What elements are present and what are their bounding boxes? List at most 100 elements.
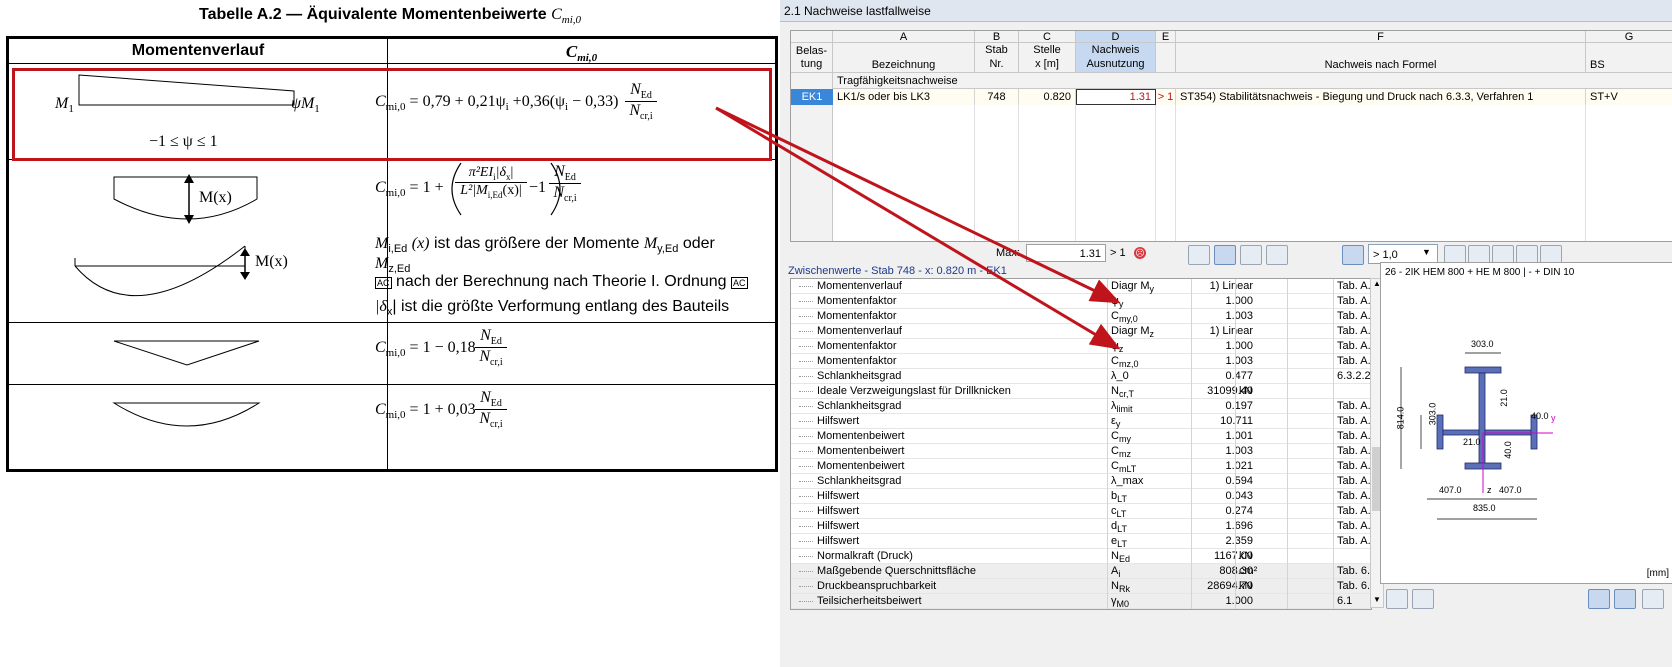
zw-row[interactable]: Druckbeanspruchbarkeit NRk 28694.70 kN Tab. …: [791, 579, 1371, 594]
results-grid[interactable]: A B C D E F G Belas- tung Bezeichnung St…: [790, 30, 1672, 242]
zw-row[interactable]: Maßgebende Querschnittsfläche Ai 808.30 cm²…: [791, 564, 1371, 579]
zw-name: Momentenverlauf: [817, 325, 902, 337]
zw-row[interactable]: MomentenfaktorCmy,01.003Tab. A.2: [791, 309, 1371, 324]
zw-symbol: Cmy,0: [1111, 310, 1138, 324]
cell-bezeichnung[interactable]: LK1/s oder bis LK3: [833, 89, 975, 105]
col-letter-b[interactable]: B: [975, 31, 1019, 43]
zw-row[interactable]: Momentenfaktorψy1.000Tab. A.2: [791, 294, 1371, 309]
zw-symbol: λ_max: [1111, 475, 1144, 487]
zw-reference: Tab. A.1: [1337, 520, 1371, 532]
zw-row[interactable]: HilfswerteLT2.359Tab. A.1: [791, 534, 1371, 549]
cell-ausnutzung[interactable]: 1.31: [1076, 89, 1156, 105]
zw-row[interactable]: MomentenverlaufDiagr Mz1) LinearTab. A.2: [791, 324, 1371, 339]
zw-symbol: NEd: [1111, 550, 1130, 564]
zw-reference: [1337, 549, 1371, 564]
cell-bs[interactable]: ST+V: [1586, 89, 1672, 105]
zw-row[interactable]: HilfswertcLT0.274Tab. A.1: [791, 504, 1371, 519]
unit-label: [mm]: [1646, 568, 1669, 579]
header-bs[interactable]: BS: [1586, 43, 1672, 73]
zw-row[interactable]: Hilfswertεy10.711Tab. A.1: [791, 414, 1371, 429]
header-stelle[interactable]: Stelle x [m]: [1019, 43, 1076, 73]
zw-unit: [1239, 279, 1289, 294]
zw-col-divider: [1191, 504, 1192, 519]
dim-w1: 407.0: [1439, 485, 1462, 495]
col-letter-g[interactable]: G: [1586, 31, 1672, 43]
zw-row[interactable]: MomentenbeiwertCmz1.003Tab. A.2: [791, 444, 1371, 459]
col-letter-d[interactable]: D: [1076, 31, 1156, 43]
zw-col-divider: [1191, 399, 1192, 414]
col-letter-e[interactable]: E: [1156, 31, 1176, 43]
zw-symbol: bLT: [1111, 490, 1127, 504]
zw-col-divider: [1191, 384, 1192, 399]
title-symbol: Cmi,0: [551, 6, 581, 27]
zw-col-divider: [1333, 414, 1334, 429]
document-title: Tabelle A.2 — Äquivalente Momentenbeiwer…: [0, 6, 780, 26]
zw-row[interactable]: Normalkraft (Druck) NEd 1167.00 kN: [791, 549, 1371, 564]
zw-unit: [1239, 504, 1289, 519]
zw-name: Momentenbeiwert: [817, 445, 905, 457]
zw-reference: Tab. A.1: [1337, 535, 1371, 547]
zw-symbol: λlimit: [1111, 400, 1133, 414]
cell-stelle[interactable]: 0.820: [1019, 89, 1076, 105]
chevron-down-icon[interactable]: ▼: [1422, 247, 1431, 257]
zw-row[interactable]: Schlankheitsgradλ_max0.594Tab. A.1: [791, 474, 1371, 489]
zw-symbol: Cmz: [1111, 445, 1131, 459]
zw-reference: 6.3.2.2(1): [1337, 370, 1371, 382]
view-icon[interactable]: [1412, 589, 1434, 609]
info-icon[interactable]: [1386, 589, 1408, 609]
zw-name: Momentenbeiwert: [817, 430, 905, 442]
zw-row[interactable]: Teilsicherheitsbeiwert γM0 1.000 6.1: [791, 594, 1371, 609]
zw-row[interactable]: MomentenbeiwertCmy1.001Tab. A.2: [791, 429, 1371, 444]
cell-stab[interactable]: 748: [975, 89, 1019, 105]
member-filter-icon[interactable]: [1214, 245, 1236, 265]
col-letter-c[interactable]: C: [1019, 31, 1076, 43]
zw-row[interactable]: Schlankheitsgradλlimit0.197Tab. A.1: [791, 399, 1371, 414]
zw-col-divider: [1235, 339, 1236, 354]
zw-unit: [1239, 594, 1289, 609]
header-stab[interactable]: Stab Nr.: [975, 43, 1019, 73]
zw-row[interactable]: MomentenfaktorCmz,01.003Tab. A.2: [791, 354, 1371, 369]
title-text: Tabelle A.2 — Äquivalente Momentenbeiwer…: [198, 6, 547, 23]
results-icon[interactable]: [1342, 245, 1364, 265]
zw-row[interactable]: Schlankheitsgradλ_00.4776.3.2.2(1): [791, 369, 1371, 384]
zw-name: Hilfswert: [817, 415, 860, 427]
zw-row[interactable]: MomentenbeiwertCmLT1.021Tab. A.2: [791, 459, 1371, 474]
header-belastung[interactable]: Belas- tung: [791, 43, 833, 73]
support-icon[interactable]: [1240, 245, 1262, 265]
view-icon[interactable]: [1266, 245, 1288, 265]
zw-symbol: NRk: [1111, 580, 1130, 594]
zoom-icon[interactable]: [1642, 589, 1664, 609]
zwischenwerte-table[interactable]: MomentenverlaufDiagr My1) LinearTab. A.2…: [790, 278, 1372, 610]
col-letter-f[interactable]: F: [1176, 31, 1586, 43]
label-mx-2: M(x): [255, 253, 288, 270]
axes-icon[interactable]: [1614, 589, 1636, 609]
zw-col-divider: [1287, 399, 1288, 414]
col-letter-a[interactable]: A: [833, 31, 975, 43]
zw-row[interactable]: MomentenverlaufDiagr My1) LinearTab. A.2: [791, 279, 1371, 294]
axis-z: z: [1487, 485, 1492, 495]
zw-row[interactable]: HilfswertdLT1.696Tab. A.1: [791, 519, 1371, 534]
zw-col-divider: [1191, 354, 1192, 369]
cell-formel[interactable]: ST354) Stabilitätsnachweis - Biegung und…: [1176, 89, 1586, 105]
zw-unit: [1239, 399, 1289, 414]
member-icon[interactable]: [1588, 589, 1610, 609]
zw-row[interactable]: Ideale Verzweigungslast für Drillknicken…: [791, 384, 1371, 399]
row-ek1[interactable]: EK1: [791, 89, 833, 105]
header-nachweis[interactable]: Nachweis Ausnutzung: [1076, 43, 1156, 73]
linear-moment-diagram: [78, 74, 295, 106]
zw-col-divider: [1107, 369, 1108, 384]
header-formel[interactable]: Nachweis nach Formel: [1176, 43, 1586, 73]
zw-col-divider: [1287, 489, 1288, 504]
zw-col-divider: [1287, 504, 1288, 519]
zw-col-divider: [1191, 594, 1192, 609]
zw-reference: Tab. A.1: [1337, 505, 1371, 517]
zw-col-divider: [1235, 519, 1236, 534]
zw-row[interactable]: HilfswertbLT0.043Tab. A.1: [791, 489, 1371, 504]
stress-icon[interactable]: [1188, 245, 1210, 265]
zw-row[interactable]: Momentenfaktorψz1.000Tab. A.2: [791, 339, 1371, 354]
zw-col-divider: [1287, 339, 1288, 354]
header-bezeichnung[interactable]: Bezeichnung: [833, 43, 975, 73]
tree-line: [799, 361, 813, 363]
zw-col-divider: [1287, 384, 1288, 399]
tree-line: [799, 466, 813, 468]
